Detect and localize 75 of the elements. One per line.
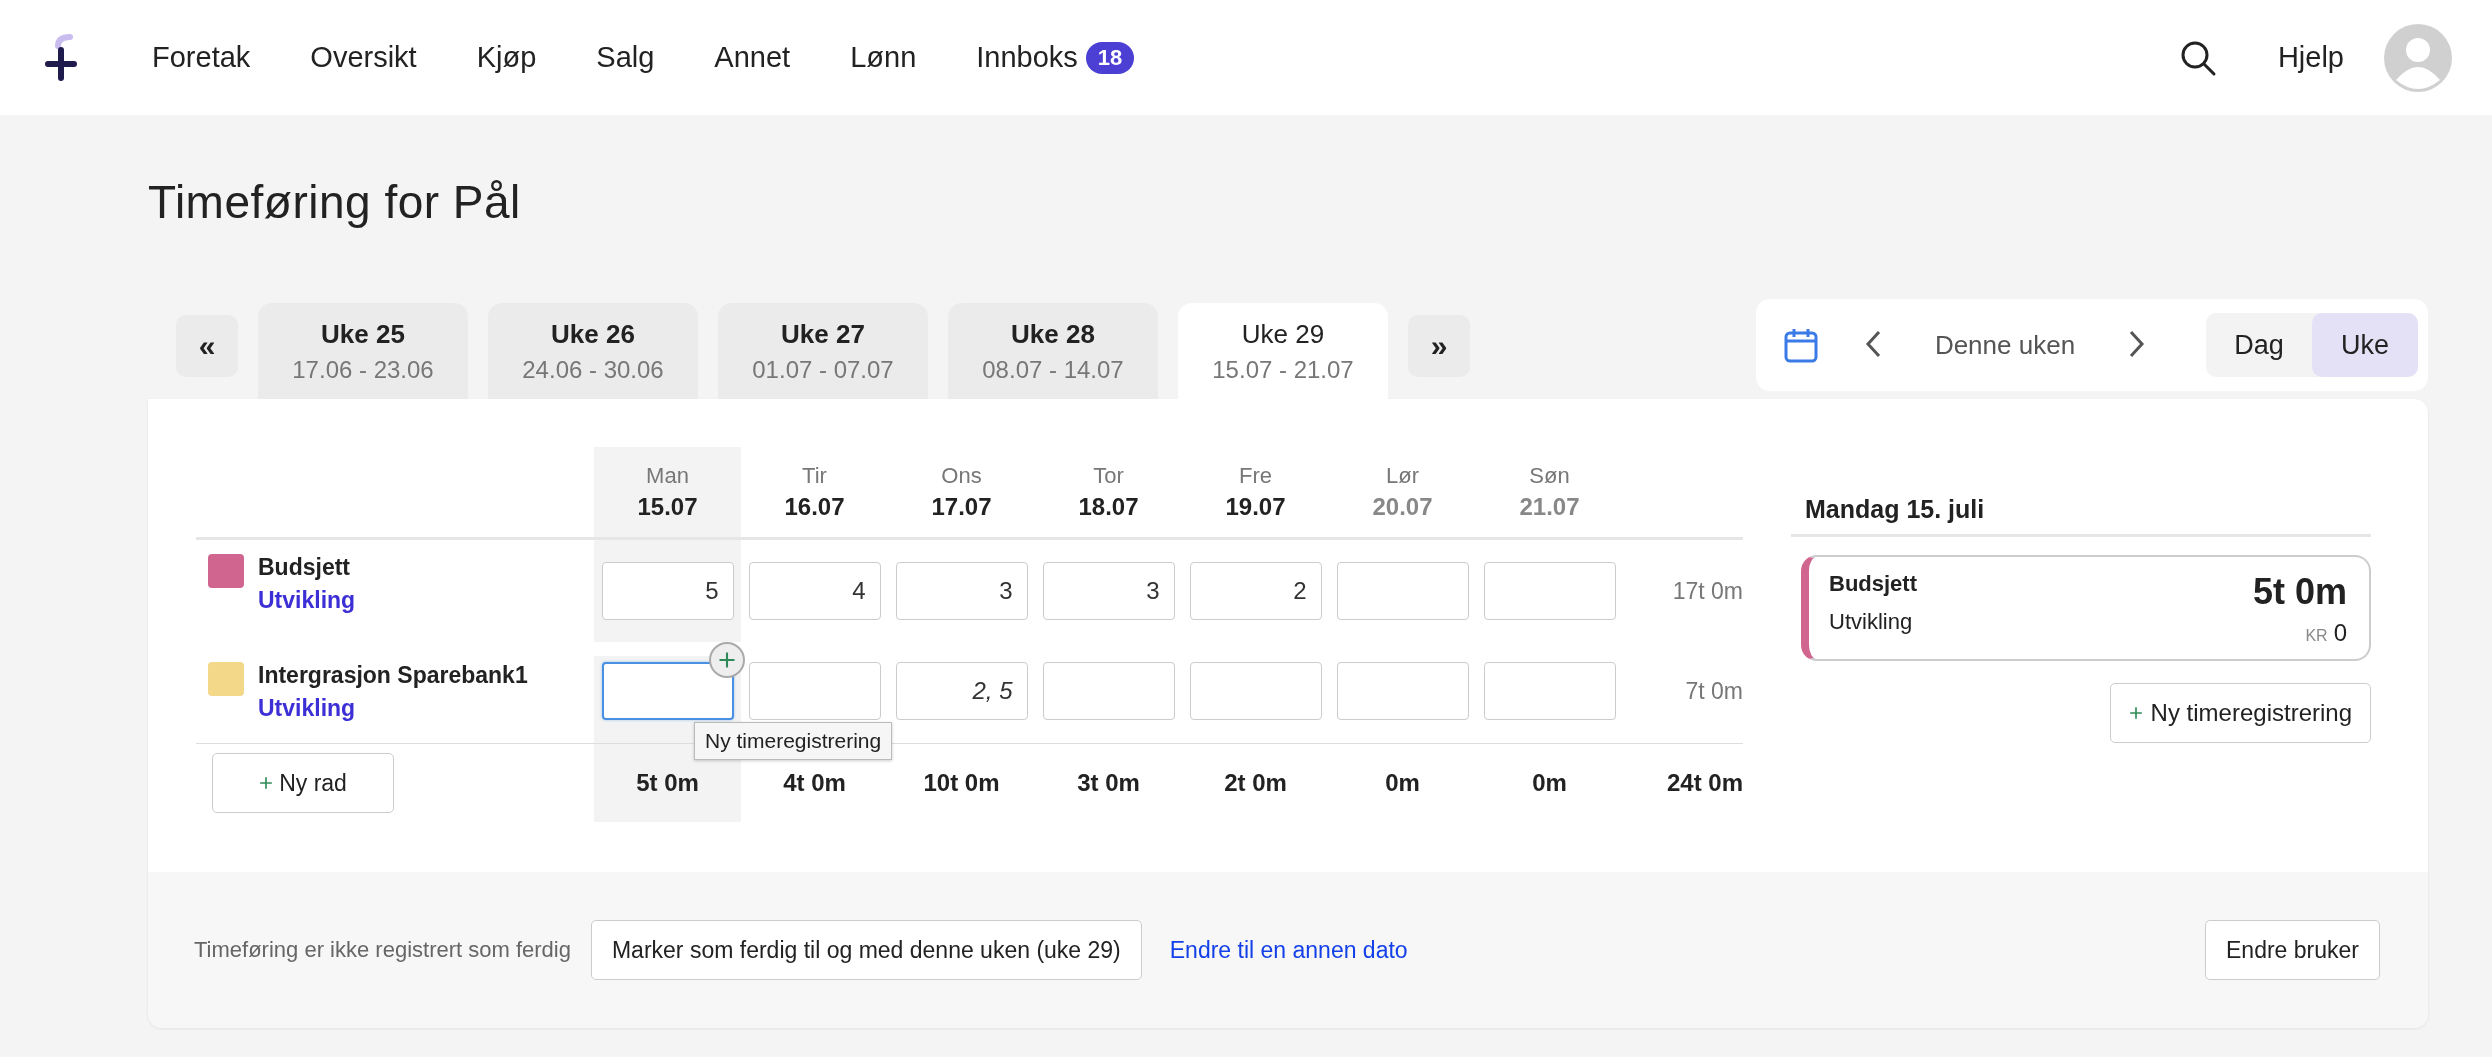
row-total: 7t 0m <box>1623 656 1743 744</box>
week-tab[interactable]: Uke 29 15.07 - 21.07 <box>1178 303 1388 399</box>
nav-link[interactable]: Innboks 18 <box>976 41 1135 74</box>
hours-input[interactable] <box>1189 662 1322 720</box>
period-label: Denne uken <box>1933 329 2077 361</box>
previous-weeks-button[interactable]: « <box>176 315 238 377</box>
hours-input[interactable]: 5 <box>601 562 734 620</box>
change-user-button[interactable]: Endre bruker <box>2205 920 2380 980</box>
hours-input[interactable]: 2 <box>1189 562 1322 620</box>
hours-input[interactable] <box>1483 562 1616 620</box>
page-title: Timeføring for Pål <box>148 175 522 229</box>
hours-input[interactable] <box>1483 662 1616 720</box>
day-total: 5t 0m <box>636 769 699 797</box>
week-tab[interactable]: Uke 28 08.07 - 14.07 <box>948 303 1158 399</box>
day-header: Man 15.07 <box>594 447 741 540</box>
plus-icon <box>259 776 274 790</box>
project-name: Intergrasjon Sparebank1 <box>258 662 528 689</box>
view-toggle[interactable]: Dag <box>2206 313 2312 377</box>
entry-amount: 0 <box>2333 619 2347 647</box>
day-header: Tir 16.07 <box>741 447 888 540</box>
entry-project: Budsjett <box>1829 571 1917 597</box>
currency-label: KR <box>2305 627 2328 645</box>
nav-link[interactable]: Oversikt <box>310 41 417 74</box>
calendar-icon[interactable] <box>1784 327 1818 363</box>
hours-input[interactable] <box>1336 662 1469 720</box>
day-header: Lør 20.07 <box>1329 447 1476 540</box>
day-header: Tor 18.07 <box>1035 447 1182 540</box>
project-name: Budsjett <box>258 554 351 581</box>
nav-link[interactable]: Kjøp <box>476 41 537 74</box>
hours-input[interactable]: 4 <box>748 562 881 620</box>
nav-link[interactable]: Salg <box>596 41 655 74</box>
hours-input[interactable]: 3 <box>1042 562 1175 620</box>
mark-done-button[interactable]: Marker som ferdig til og med denne uken (uke 29) <box>590 920 1142 980</box>
next-weeks-button[interactable]: » <box>1408 315 1470 377</box>
status-text: Timeføring er ikke registrert som ferdig <box>194 937 571 963</box>
avatar-icon[interactable] <box>2384 23 2452 92</box>
day-total: 10t 0m <box>923 769 1000 797</box>
count-badge: 18 <box>1085 41 1135 74</box>
hours-input[interactable] <box>601 662 734 720</box>
day-total: 4t 0m <box>783 769 846 797</box>
day-total: 3t 0m <box>1077 769 1140 797</box>
entry-activity: Utvikling <box>1829 609 1914 635</box>
week-tab[interactable]: Uke 27 01.07 - 07.07 <box>718 303 928 399</box>
hours-input[interactable] <box>1336 562 1469 620</box>
day-total: 0m <box>1532 769 1567 797</box>
tooltip: Ny timeregistrering <box>694 722 893 760</box>
hours-input[interactable] <box>748 662 881 720</box>
hours-input[interactable]: 2, 5 <box>895 662 1028 720</box>
activity-link[interactable]: Utvikling <box>258 587 356 614</box>
change-date-link[interactable]: Endre til en annen dato <box>1169 936 1408 964</box>
view-toggle[interactable]: Uke <box>2312 313 2418 377</box>
help-link[interactable]: Hjelp <box>2277 41 2344 74</box>
day-total: 2t 0m <box>1224 769 1287 797</box>
nav-link[interactable]: Lønn <box>850 41 917 74</box>
add-entry-button[interactable] <box>709 642 745 678</box>
activity-link[interactable]: Utvikling <box>258 695 528 722</box>
week-tab[interactable]: Uke 25 17.06 - 23.06 <box>258 303 468 399</box>
week-tab[interactable]: Uke 26 24.06 - 30.06 <box>488 303 698 399</box>
grand-total: 24t 0m <box>1666 769 1743 797</box>
nav-link[interactable]: Foretak <box>152 41 251 74</box>
nav-link[interactable]: Annet <box>714 41 791 74</box>
day-title: Mandag 15. juli <box>1791 447 2371 537</box>
plus-icon <box>718 651 736 669</box>
plus-icon <box>2128 706 2143 720</box>
day-header: Søn 21.07 <box>1476 447 1623 540</box>
hours-input[interactable] <box>1042 662 1175 720</box>
day-header: Fre 19.07 <box>1182 447 1329 540</box>
entry-duration: 5t 0m <box>2252 571 2347 613</box>
time-entry-card[interactable]: Budsjett Utvikling 5t 0m KR 0 <box>1801 555 2371 661</box>
row-total: 17t 0m <box>1671 576 1743 606</box>
add-row-button[interactable]: Ny rad <box>212 753 394 813</box>
day-total: 0m <box>1385 769 1420 797</box>
day-header: Ons 17.07 <box>888 447 1035 540</box>
hours-input[interactable]: 3 <box>895 562 1028 620</box>
new-entry-button[interactable]: Ny timeregistrering <box>2109 683 2371 743</box>
